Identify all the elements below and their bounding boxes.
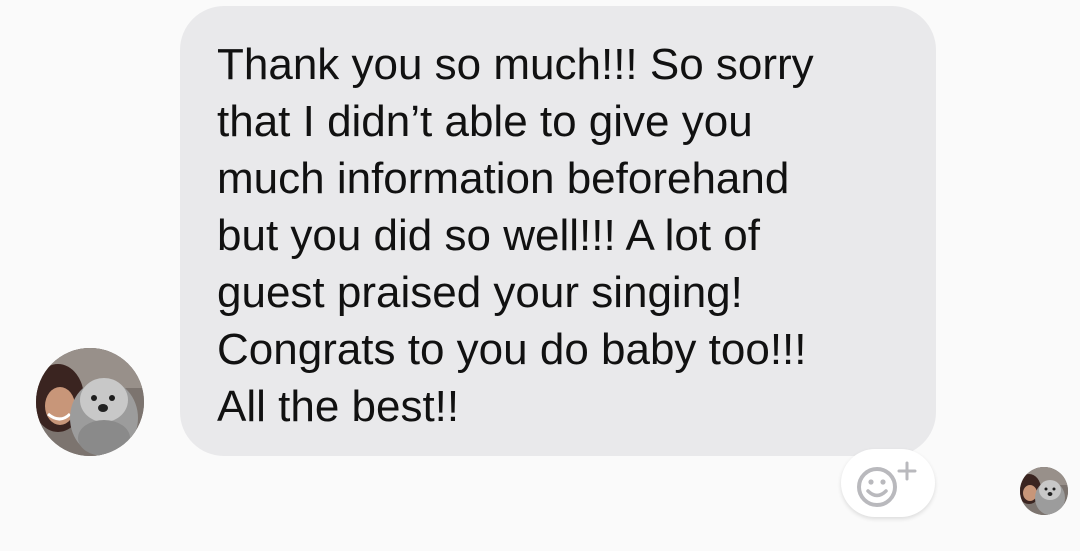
profile-photo-icon <box>36 348 144 456</box>
message-text-line: Congrats to you do baby too!!! <box>217 325 807 374</box>
message-text-line: Thank you so much!!! So sorry <box>217 40 814 89</box>
message-text-line: but you did so well!!! A lot of <box>217 211 760 260</box>
message-bubble[interactable]: Thank you so much!!! So sorry that I did… <box>180 6 936 456</box>
add-reaction-smiley-icon <box>857 461 917 507</box>
sender-avatar[interactable] <box>36 348 144 456</box>
add-reaction-button[interactable] <box>841 449 935 517</box>
message-text-line: that I didn’t able to give you <box>217 97 753 146</box>
read-receipt-avatar <box>1020 467 1068 515</box>
seen-avatar-icon <box>1020 467 1068 515</box>
message-text-line: guest praised your singing! <box>217 268 743 317</box>
message-text-line: much information beforehand <box>217 154 790 203</box>
message-text-line: All the best!! <box>217 382 460 431</box>
